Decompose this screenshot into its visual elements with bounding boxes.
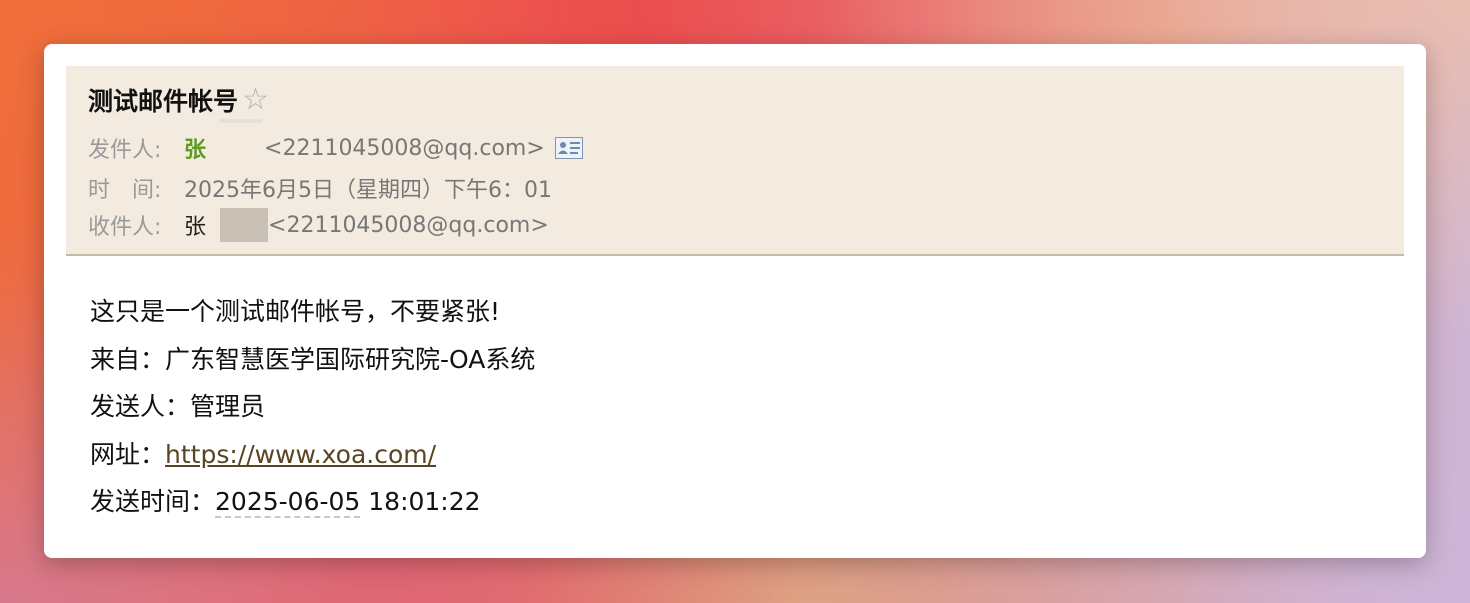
sent-date[interactable]: 2025-06-05 [215, 487, 361, 518]
redacted-name [220, 208, 269, 242]
email-window: 测试邮件帐号 ☆ 发件人: 张 <2211045008@qq.com> 时 间:… [44, 44, 1426, 558]
email-body: 这只是一个测试邮件帐号，不要紧张! 来自：广东智慧医学国际研究院-OA系统 发送… [90, 288, 535, 526]
time-label: 时 间: [88, 178, 162, 203]
time-row: 时 间: 2025年6月5日（星期四）下午6：01 [88, 172, 552, 204]
email-subject: 测试邮件帐号 ☆ [88, 82, 269, 118]
to-label: 收件人: [88, 215, 162, 240]
sender-label: 发送人： [90, 392, 191, 421]
body-line-sender: 发送人：管理员 [90, 383, 535, 431]
email-header: 测试邮件帐号 ☆ 发件人: 张 <2211045008@qq.com> 时 间:… [66, 66, 1404, 256]
website-link[interactable]: https://www.xoa.com/ [165, 440, 436, 469]
body-line-url: 网址：https://www.xoa.com/ [90, 431, 535, 479]
time-value: 2025年6月5日（星期四）下午6：01 [184, 178, 552, 203]
recipient-name[interactable]: 张 [184, 209, 206, 241]
sender-address[interactable]: <2211045008@qq.com> [264, 136, 545, 161]
from-row: 发件人: 张 <2211045008@qq.com> [88, 119, 583, 164]
sender-value: 管理员 [190, 392, 266, 421]
url-label: 网址： [90, 439, 166, 469]
body-line-message: 这只是一个测试邮件帐号，不要紧张! [90, 297, 501, 326]
from-label: 发件人: [88, 138, 162, 163]
sent-time: 18:01:22 [360, 487, 481, 516]
to-row: 收件人: 张 <2211045008@qq.com> [88, 208, 549, 242]
source-value: 广东智慧医学国际研究院-OA系统 [165, 344, 536, 374]
star-icon[interactable]: ☆ [242, 85, 269, 115]
body-line-sent-time: 发送时间：2025-06-05 18:01:22 [90, 478, 535, 526]
recipient-address[interactable]: <2211045008@qq.com> [268, 213, 549, 238]
sender-name[interactable]: 张 [184, 132, 206, 164]
source-label: 来自： [90, 344, 166, 374]
redacted-name [206, 119, 264, 161]
body-line-source: 来自：广东智慧医学国际研究院-OA系统 [90, 336, 535, 384]
contact-card-icon[interactable] [554, 137, 583, 159]
sent-time-label: 发送时间： [90, 487, 216, 516]
subject-text: 测试邮件帐号 [88, 87, 239, 116]
